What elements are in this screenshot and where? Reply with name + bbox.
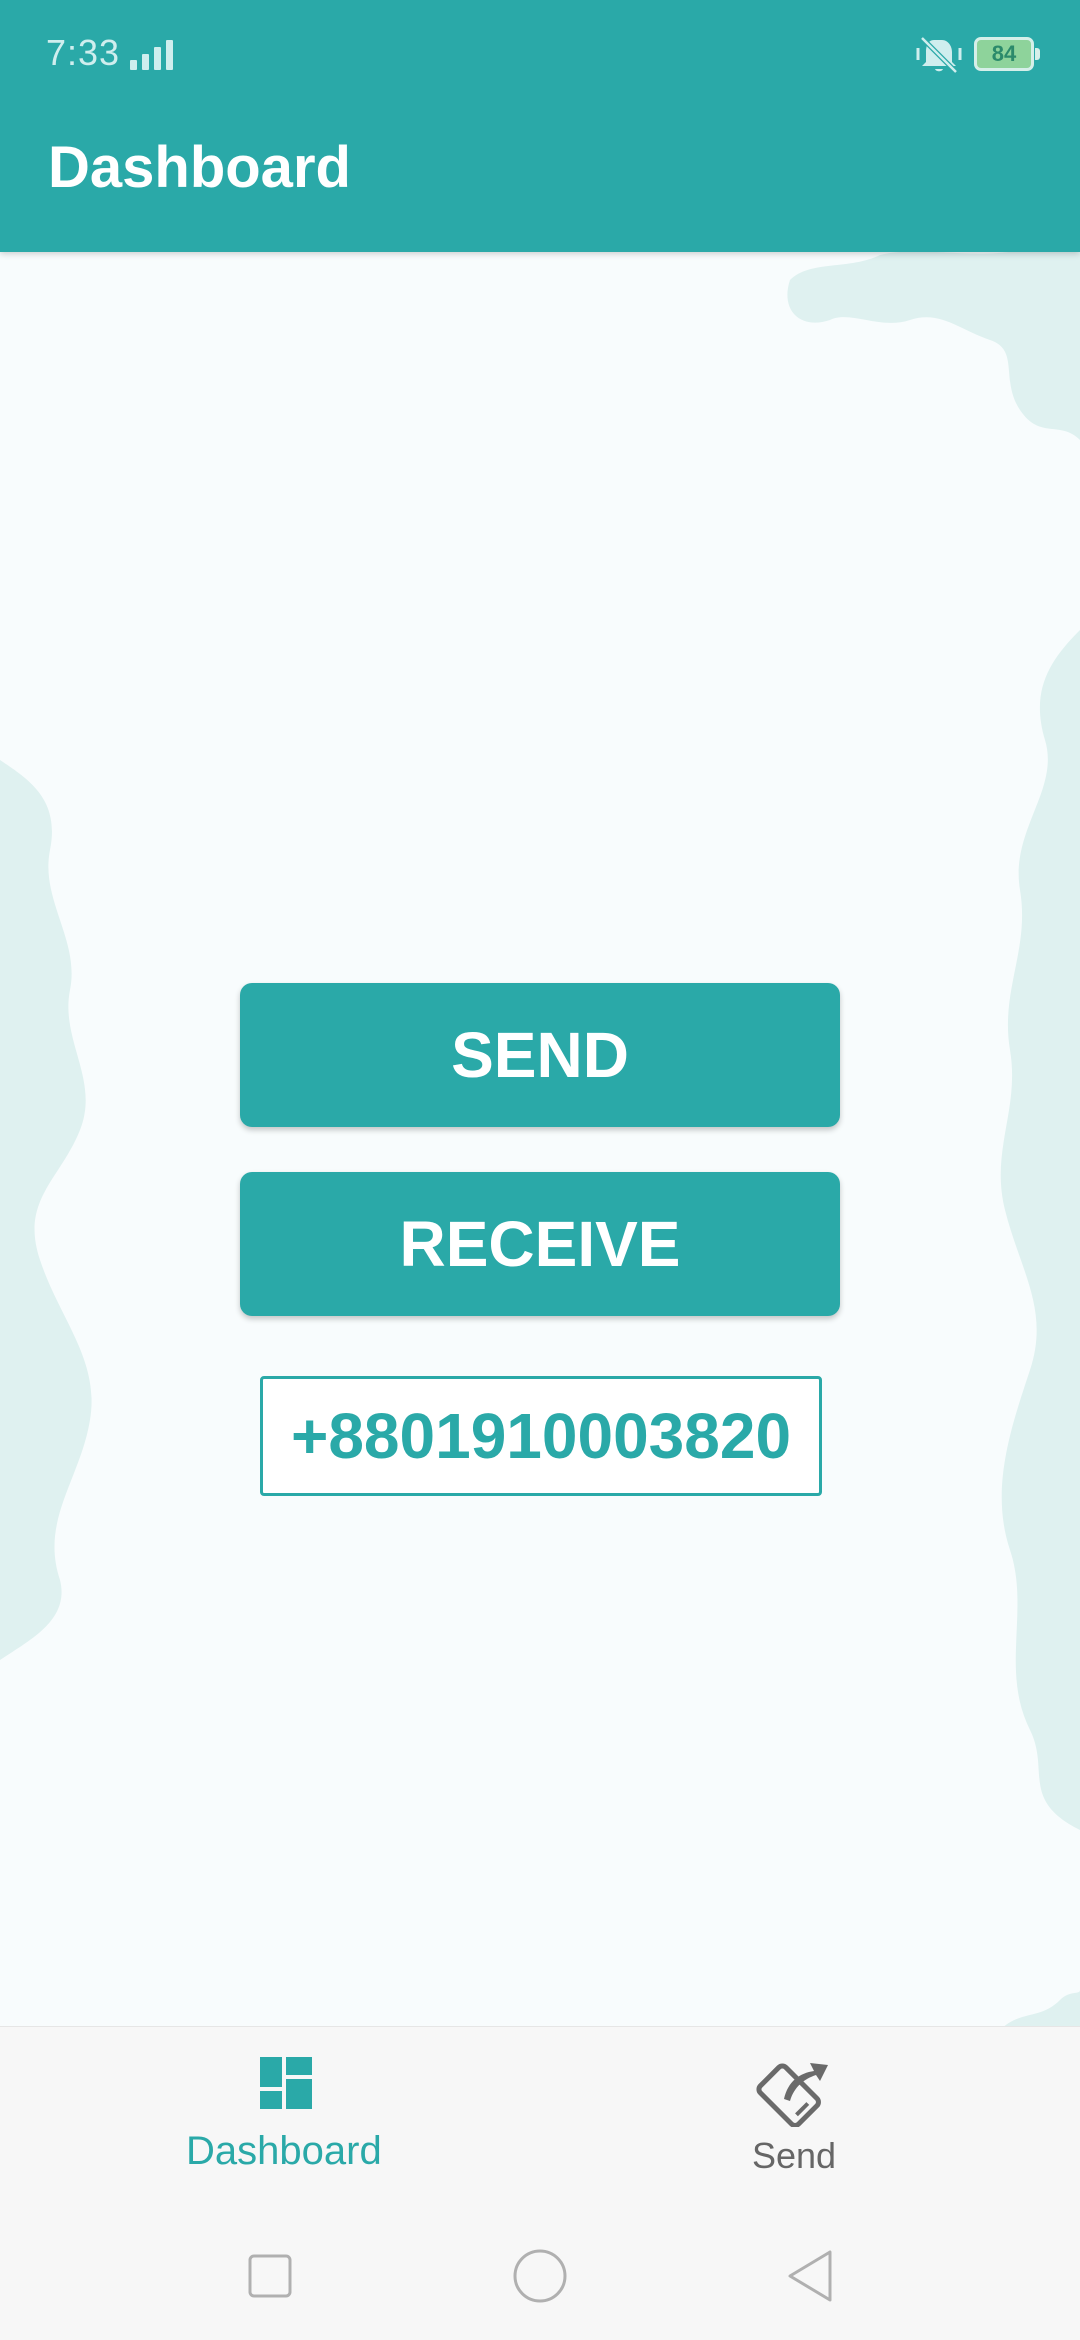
dashboard-icon (260, 2057, 312, 2109)
vibrate-mute-icon (916, 36, 962, 74)
nav-item-send[interactable]: Send (540, 2027, 1080, 2227)
phone-number-display: +8801910003820 (260, 1376, 822, 1496)
screen: 7:33 84 Dashboard SEND RECEIVE +88019100… (0, 0, 1080, 2340)
bottom-navigation: Dashboard Send (0, 2026, 1080, 2227)
status-icons: 84 (916, 34, 1040, 74)
send-button[interactable]: SEND (240, 983, 840, 1127)
battery-level: 84 (991, 41, 1017, 66)
system-navigation-bar (0, 2226, 1080, 2340)
background-splash-top-right (787, 250, 1080, 440)
background-splash-right (1000, 630, 1080, 1830)
send-phone-icon (756, 2063, 828, 2127)
recent-apps-icon[interactable] (244, 2246, 298, 2306)
home-icon[interactable] (510, 2246, 570, 2306)
signal-icon (130, 40, 173, 70)
battery-icon: 84 (974, 37, 1040, 71)
status-time: 7:33 (46, 32, 121, 73)
background-splash-left (0, 760, 92, 1660)
nav-label-send: Send (752, 2135, 837, 2176)
receive-button[interactable]: RECEIVE (240, 1172, 840, 1316)
nav-item-dashboard[interactable]: Dashboard (0, 2027, 540, 2227)
app-top-bar: 7:33 84 Dashboard (0, 0, 1080, 252)
back-icon[interactable] (780, 2246, 840, 2306)
page-title: Dashboard (48, 135, 351, 200)
background-splash-bottom-right (1000, 1990, 1080, 2030)
nav-label-dashboard: Dashboard (186, 2129, 382, 2173)
